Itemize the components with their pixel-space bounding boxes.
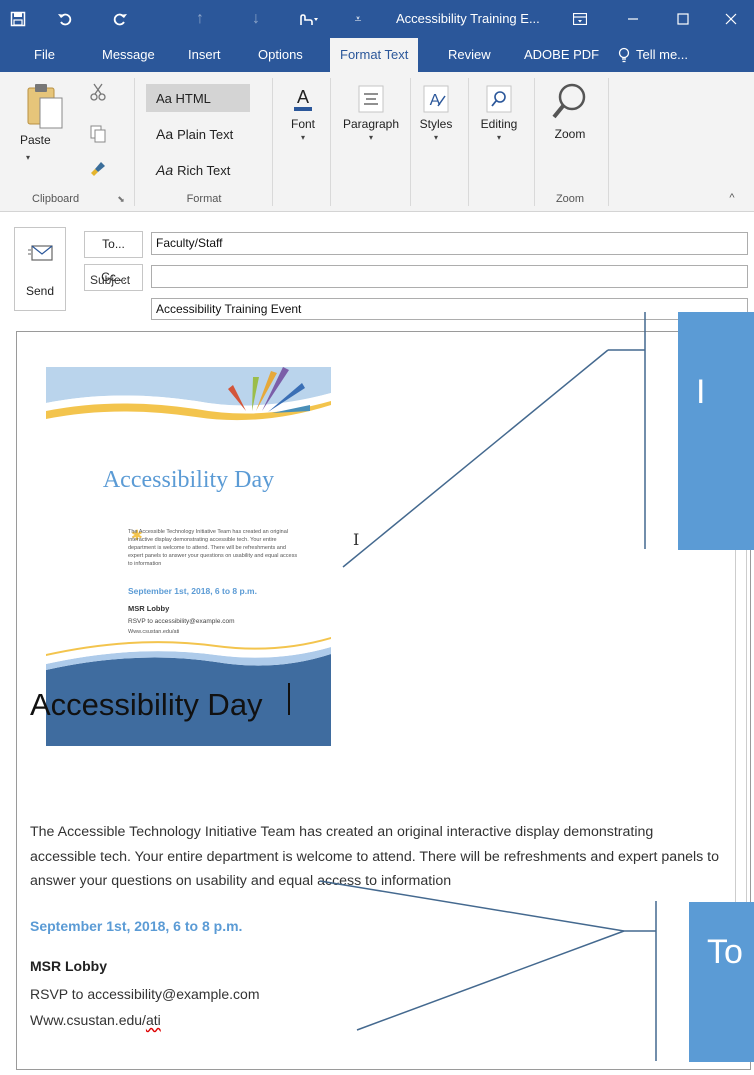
- callout-bottom: To: [689, 902, 754, 1062]
- callout-top: I: [678, 312, 754, 550]
- callout-lines: [319, 312, 657, 1061]
